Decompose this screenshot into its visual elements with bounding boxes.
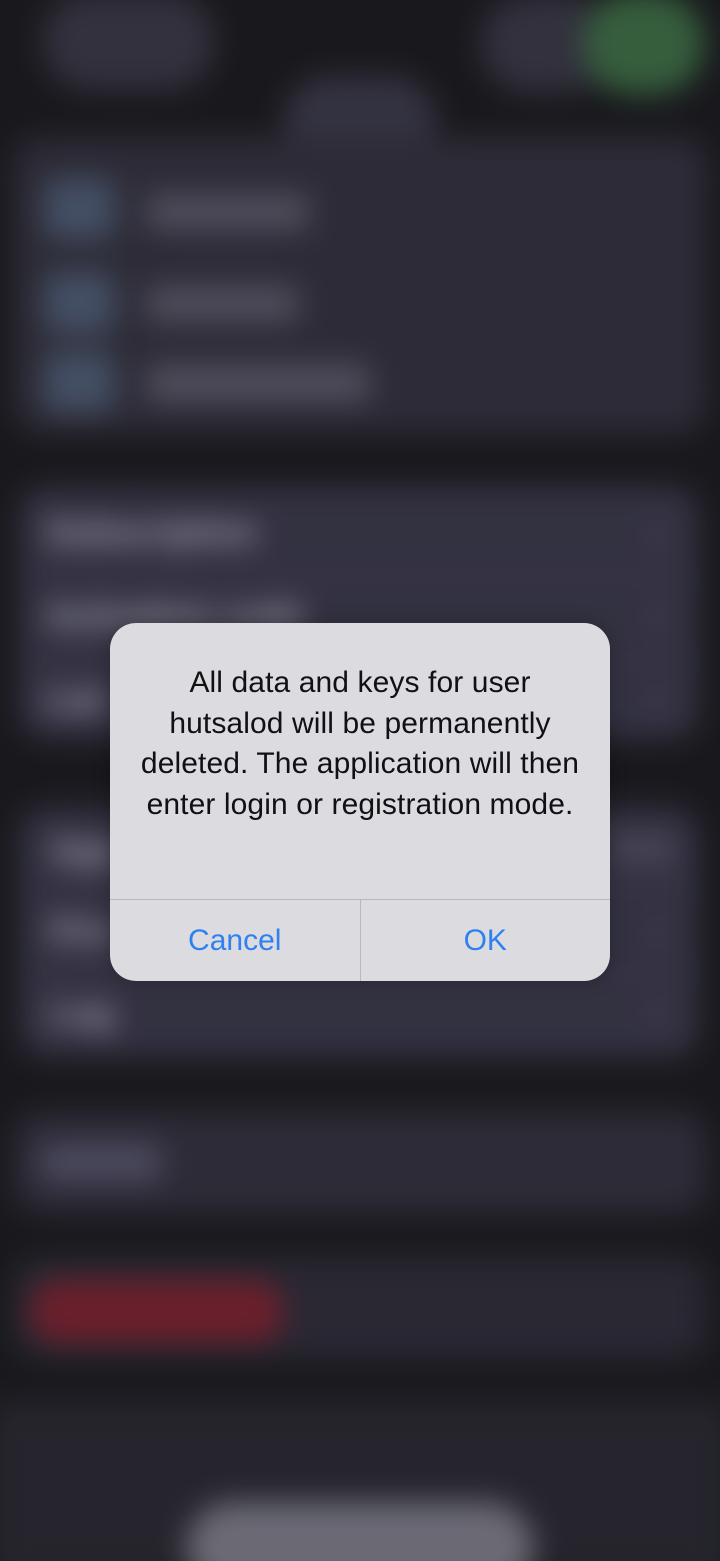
ok-button[interactable]: OK [361, 900, 611, 981]
screen: Subscription › Activation code › Lan › A… [0, 0, 720, 1561]
alert-dialog: All data and keys for user hutsalod will… [110, 623, 610, 981]
alert-button-bar: Cancel OK [110, 899, 610, 981]
cancel-button[interactable]: Cancel [110, 900, 361, 981]
alert-message: All data and keys for user hutsalod will… [140, 666, 580, 821]
